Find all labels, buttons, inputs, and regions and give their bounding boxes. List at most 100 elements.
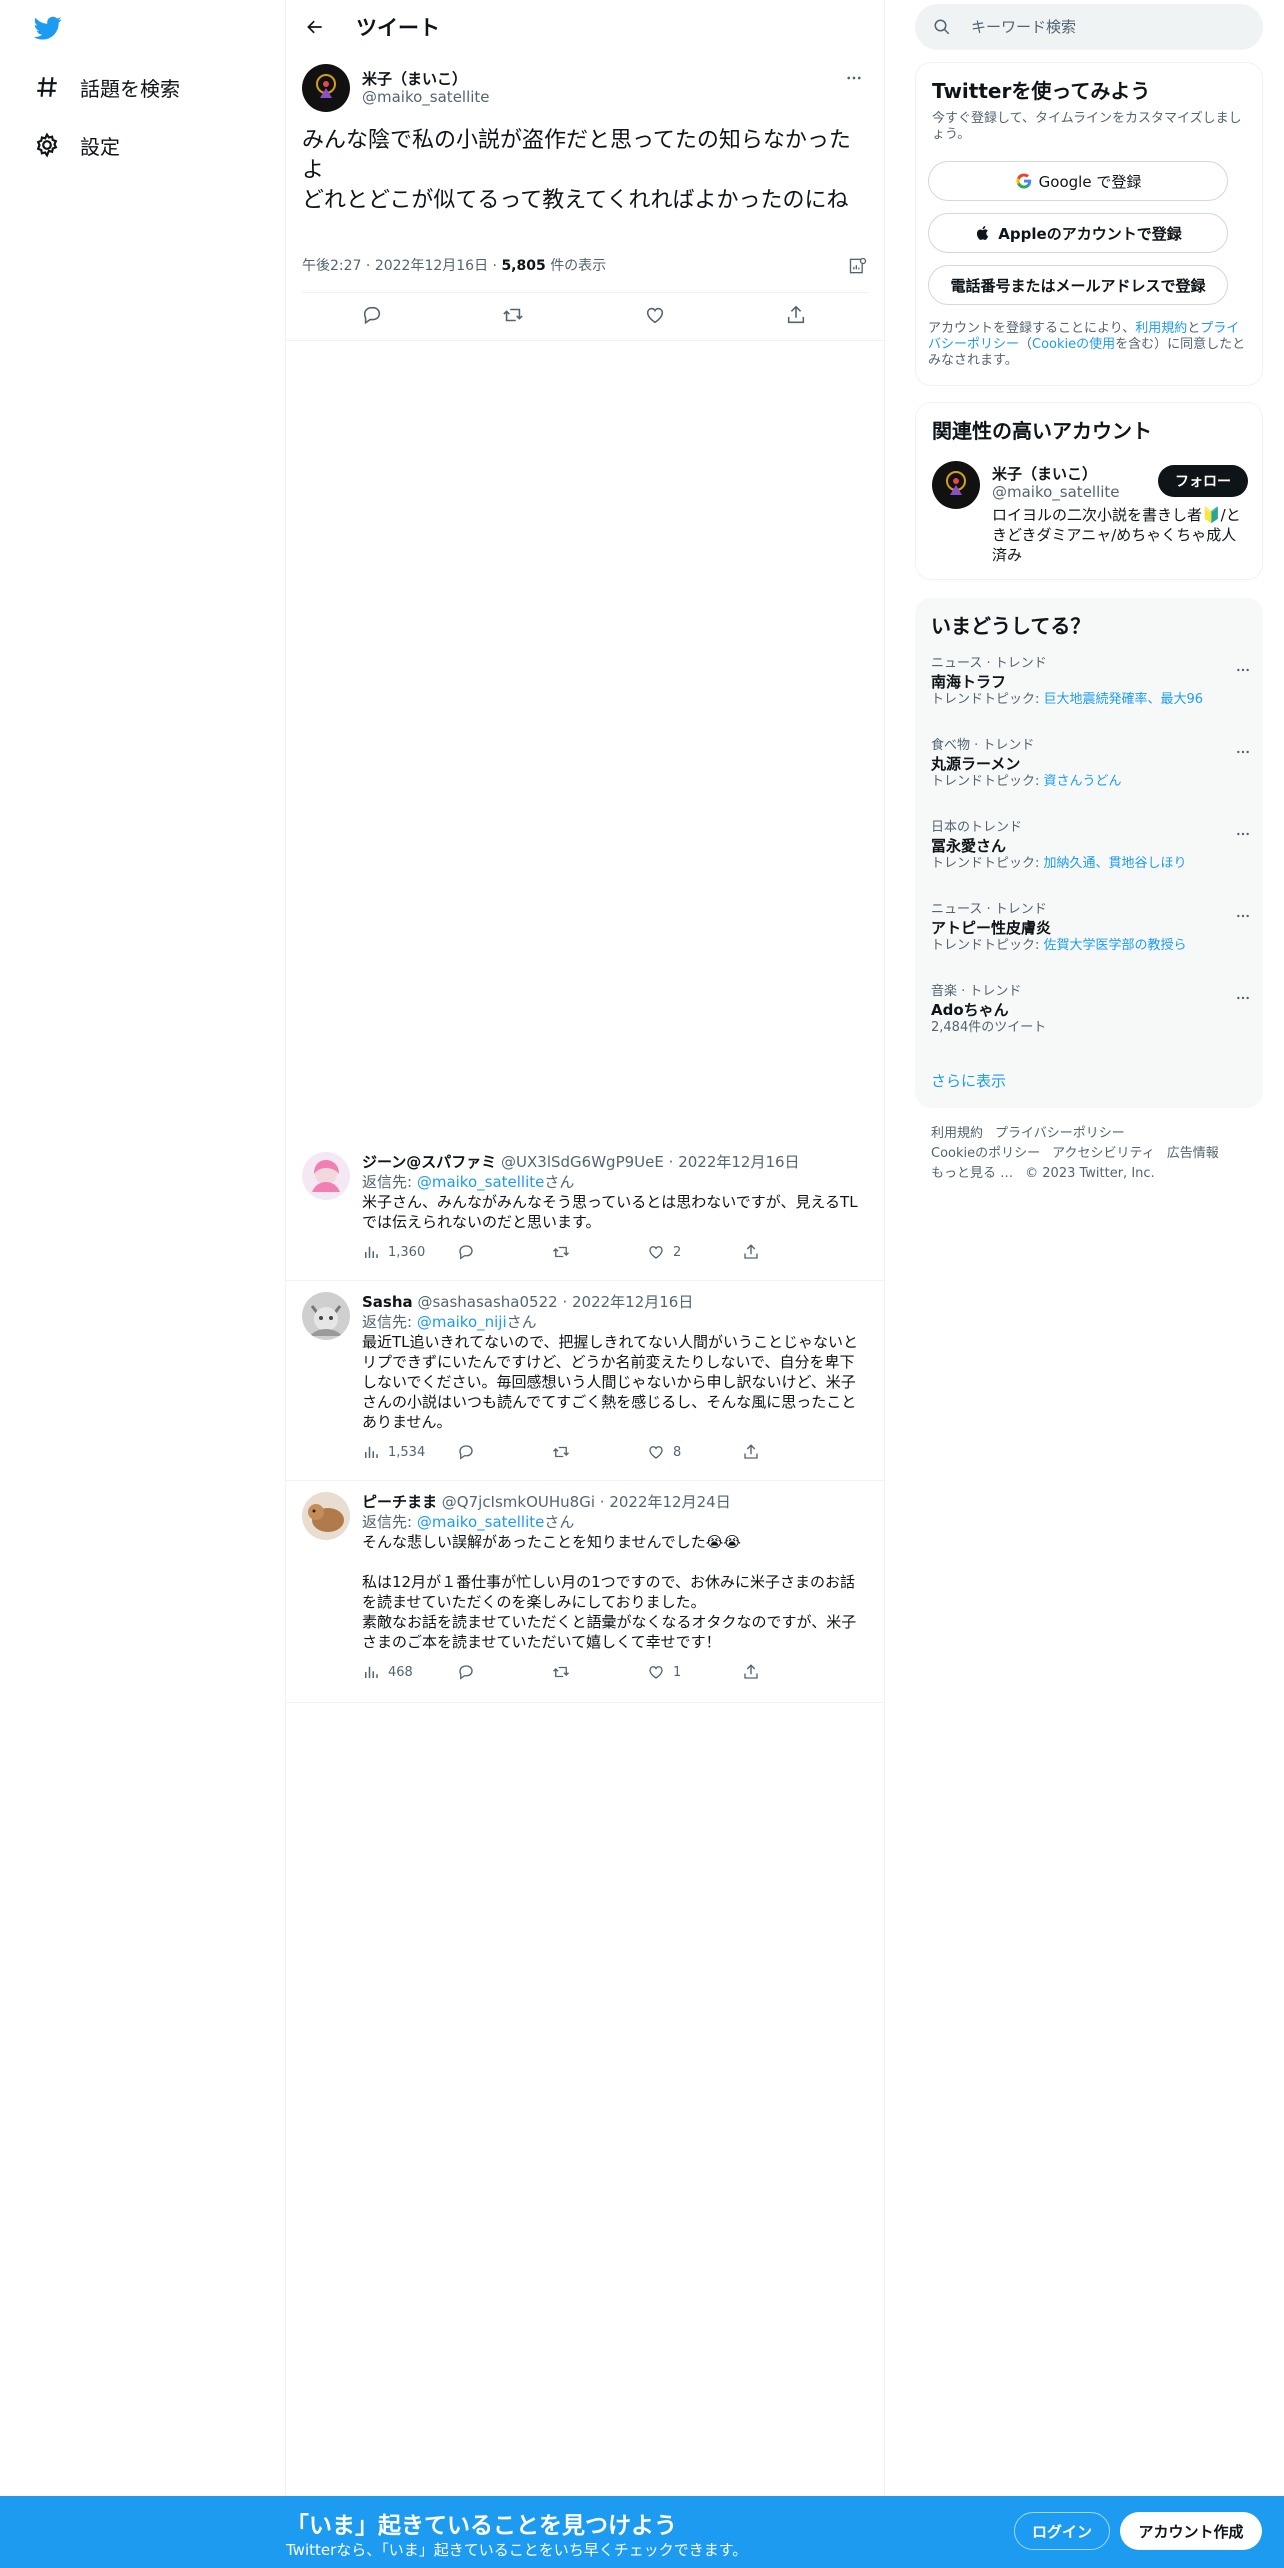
reply-date[interactable]: 2022年12月24日 — [609, 1493, 730, 1511]
related-name[interactable]: 米子（まいこ） — [992, 463, 1097, 484]
apple-signup-button[interactable]: Appleのアカウントで登録 — [928, 213, 1228, 253]
related-handle[interactable]: @maiko_satellite — [992, 483, 1120, 501]
footer-link-terms[interactable]: 利用規約 — [931, 1126, 983, 1141]
share-button[interactable] — [742, 1443, 837, 1461]
tweet-time[interactable]: 午後2:27 — [302, 258, 361, 274]
follow-button[interactable]: フォロー — [1158, 465, 1248, 497]
more-icon[interactable] — [1231, 904, 1255, 928]
more-icon[interactable] — [1231, 822, 1255, 846]
views-button[interactable]: 1,534 — [362, 1443, 457, 1461]
trend-item[interactable]: 日本のトレンド 冨永愛さん トレンドトピック: 加納久通、貫地谷しほり — [931, 820, 1249, 872]
reply-button[interactable] — [457, 1243, 552, 1261]
reply-author-handle[interactable]: @sashasasha0522 — [417, 1293, 557, 1311]
google-signup-button[interactable]: Google で登録 — [928, 161, 1228, 201]
trend-category: ニュース · トレンド — [931, 656, 1047, 671]
footer-link-accessibility[interactable]: アクセシビリティ — [1052, 1146, 1155, 1161]
reply-tweet[interactable]: ピーチまま @Q7jcIsmkOUHu8Gi · 2022年12月24日 返信先… — [286, 1492, 884, 1700]
trend-topic-link[interactable]: 加納久通、貫地谷しほり — [1044, 856, 1187, 871]
back-arrow-icon[interactable] — [298, 10, 332, 44]
avatar[interactable] — [302, 1492, 350, 1540]
trend-topic-link[interactable]: 佐賀大学医学部の教授ら — [1044, 938, 1187, 953]
retweet-icon[interactable] — [502, 304, 526, 328]
reply-author-name[interactable]: ジーン@スパファミ — [362, 1153, 496, 1171]
share-icon[interactable] — [785, 304, 809, 328]
like-icon[interactable] — [644, 304, 668, 328]
reply-to-handle[interactable]: @maiko_niji — [417, 1313, 507, 1331]
tweet-meta: 午後2:27 · 2022年12月16日 · 5,805 件の表示 — [302, 255, 868, 275]
tweet-date[interactable]: 2022年12月16日 — [375, 258, 488, 274]
more-icon[interactable] — [1231, 658, 1255, 682]
trend-item[interactable]: ニュース · トレンド アトピー性皮膚炎 トレンドトピック: 佐賀大学医学部の教… — [931, 902, 1249, 954]
footer-link-more[interactable]: もっと見る … — [931, 1166, 1013, 1181]
analytics-icon[interactable] — [848, 256, 868, 276]
views-button[interactable]: 468 — [362, 1663, 457, 1681]
cookie-link[interactable]: Cookieの使用 — [1032, 337, 1115, 352]
reply-to: 返信先: @maiko_satelliteさん — [362, 1512, 868, 1532]
search-input[interactable] — [971, 18, 1231, 36]
reply-date[interactable]: 2022年12月16日 — [572, 1293, 693, 1311]
trend-topic-link[interactable]: 巨大地震続発確率、最大96 — [1044, 692, 1204, 707]
divider — [286, 1702, 884, 1703]
reply-button[interactable] — [457, 1443, 552, 1461]
avatar[interactable] — [302, 64, 350, 112]
share-button[interactable] — [742, 1243, 837, 1261]
reply-tweet[interactable]: ジーン@スパファミ @UX3lSdG6WgP9UeE · 2022年12月16日… — [286, 1152, 884, 1280]
reply-date[interactable]: 2022年12月16日 — [678, 1153, 799, 1171]
share-button[interactable] — [742, 1663, 837, 1681]
trend-item[interactable]: 音楽 · トレンド Adoちゃん 2,484件のツイート — [931, 984, 1249, 1036]
author-name[interactable]: 米子（まいこ） — [362, 68, 467, 89]
more-icon[interactable] — [1231, 740, 1255, 764]
reply-icon[interactable] — [361, 304, 385, 328]
trend-title: 南海トラフ — [931, 673, 1007, 691]
email-signup-label: 電話番号またはメールアドレスで登録 — [950, 276, 1206, 295]
like-button[interactable]: 1 — [647, 1663, 742, 1681]
retweet-icon — [553, 1446, 569, 1458]
avatar[interactable] — [302, 1292, 350, 1340]
reply-tweet[interactable]: Sasha @sashasasha0522 · 2022年12月16日 返信先:… — [286, 1292, 884, 1480]
retweet-button[interactable] — [552, 1443, 647, 1461]
more-icon[interactable] — [842, 66, 866, 90]
reply-author-name[interactable]: Sasha — [362, 1293, 413, 1311]
reply-button[interactable] — [457, 1663, 552, 1681]
retweet-button[interactable] — [552, 1663, 647, 1681]
reply-to-handle[interactable]: @maiko_satellite — [417, 1513, 545, 1531]
like-button[interactable]: 2 — [647, 1243, 742, 1261]
meta-separator: · — [668, 1153, 679, 1171]
nav-settings-label: 設定 — [80, 134, 120, 159]
reply-header: ジーン@スパファミ @UX3lSdG6WgP9UeE · 2022年12月16日 — [362, 1152, 868, 1172]
reply-likes: 8 — [673, 1444, 682, 1460]
more-icon[interactable] — [1231, 986, 1255, 1010]
signup-button[interactable]: アカウント作成 — [1120, 2512, 1262, 2550]
reply-author-name[interactable]: ピーチまま — [362, 1493, 437, 1511]
author-handle[interactable]: @maiko_satellite — [362, 88, 490, 106]
views-label: 件の表示 — [550, 258, 607, 274]
related-accounts-card: 関連性の高いアカウント 米子（まいこ） @maiko_satellite フォロ… — [915, 402, 1263, 580]
trend-item[interactable]: ニュース · トレンド 南海トラフ トレンドトピック: 巨大地震続発確率、最大9… — [931, 656, 1249, 708]
retweet-button[interactable] — [552, 1243, 647, 1261]
reply-author-handle[interactable]: @Q7jcIsmkOUHu8Gi — [442, 1493, 595, 1511]
divider — [286, 1480, 884, 1481]
show-more-link[interactable]: さらに表示 — [931, 1070, 1006, 1091]
search-box[interactable] — [915, 4, 1263, 50]
login-button[interactable]: ログイン — [1014, 2512, 1110, 2550]
twitter-logo-icon[interactable] — [32, 14, 64, 42]
reply-author-handle[interactable]: @UX3lSdG6WgP9UeE — [501, 1153, 664, 1171]
search-icon — [933, 18, 951, 36]
nav-explore[interactable]: 話題を検索 — [22, 59, 192, 115]
email-signup-button[interactable]: 電話番号またはメールアドレスで登録 — [928, 265, 1228, 305]
views-button[interactable]: 1,360 — [362, 1243, 457, 1261]
footer-link-privacy[interactable]: プライバシーポリシー — [995, 1126, 1125, 1141]
trend-topic-link[interactable]: 資さんうどん — [1044, 774, 1122, 789]
trend-item[interactable]: 食べ物 · トレンド 丸源ラーメン トレンドトピック: 資さんうどん — [931, 738, 1249, 790]
footer-link-ads[interactable]: 広告情報 — [1167, 1146, 1219, 1161]
like-button[interactable]: 8 — [647, 1443, 742, 1461]
nav-settings[interactable]: 設定 — [22, 117, 132, 173]
terms-link[interactable]: 利用規約 — [1135, 321, 1187, 336]
tweet-actions — [302, 296, 868, 336]
login-banner: 「いま」起きていることを見つけよう Twitterなら、「いま」起きていることを… — [0, 2496, 1284, 2568]
avatar[interactable] — [932, 461, 980, 509]
reply-to-handle[interactable]: @maiko_satellite — [417, 1173, 545, 1191]
avatar[interactable] — [302, 1152, 350, 1200]
footer-link-cookie[interactable]: Cookieのポリシー — [931, 1146, 1040, 1161]
gear-icon — [34, 132, 60, 158]
